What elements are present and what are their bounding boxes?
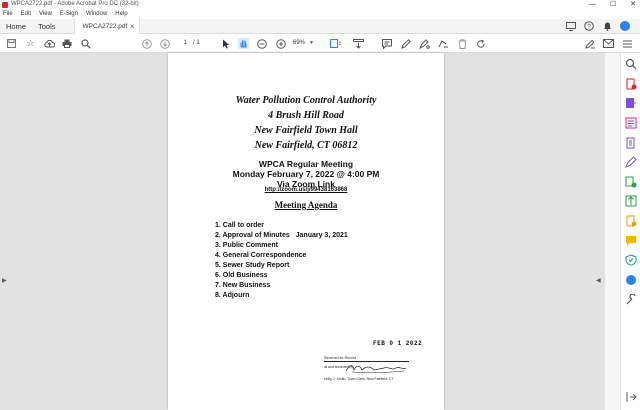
- header-line-2: 4 Brush Hill Road: [268, 110, 344, 121]
- zoom-level-value: 69%: [293, 40, 306, 46]
- menu-bar: File Edit View E-Sign Window Help: [0, 9, 640, 19]
- page-total-label: / 1: [193, 40, 200, 46]
- main-toolbar: ☆ 1 / 1 69% ▼: [0, 34, 640, 53]
- select-cursor-icon[interactable]: [220, 38, 231, 49]
- tab-document[interactable]: WPCA2722.pdf ×: [73, 18, 140, 34]
- zoom-link[interactable]: http://zoom.us/j/99438163868: [168, 187, 444, 193]
- header-line-4: New Fairfield, CT 06812: [254, 140, 358, 151]
- help-icon[interactable]: ?: [584, 21, 594, 31]
- share-screen-icon[interactable]: [566, 21, 576, 31]
- delete-trash-icon[interactable]: [457, 38, 468, 49]
- acrobat-app-icon: [2, 1, 8, 8]
- tools-sidebar: [620, 53, 640, 410]
- sign-pen-icon[interactable]: [585, 38, 596, 49]
- header-line-3: New Fairfield Town Hall: [254, 125, 358, 136]
- comment-icon[interactable]: [381, 38, 392, 49]
- agenda-item: 4. General Correspondence: [215, 252, 307, 259]
- menu-window[interactable]: Window: [86, 11, 107, 17]
- save-icon[interactable]: [6, 38, 17, 49]
- hand-tool-icon[interactable]: [238, 38, 249, 49]
- agenda-item: 3. Public Comment: [215, 242, 279, 249]
- document-cloud-icon[interactable]: [625, 274, 637, 286]
- received-record-block: Received for Record at and recorded by H…: [324, 356, 409, 381]
- print-icon[interactable]: [61, 38, 72, 49]
- tab-home[interactable]: Home: [0, 19, 32, 34]
- agenda-item: 5. Sewer Study Report: [215, 262, 290, 269]
- user-avatar[interactable]: [620, 21, 630, 31]
- tab-tools[interactable]: Tools: [32, 19, 62, 34]
- svg-text:?: ?: [587, 24, 591, 31]
- right-panel-collapse-icon[interactable]: ◀: [596, 277, 601, 284]
- agenda-item: 1. Call to order: [215, 222, 265, 229]
- zoom-out-icon[interactable]: [256, 38, 267, 49]
- header-line-1: Water Pollution Control Authority: [235, 95, 377, 106]
- pdf-page: Water Pollution Control Authority 4 Brus…: [168, 53, 444, 410]
- maximize-button[interactable]: ☐: [610, 0, 616, 9]
- clerk-signature: [345, 364, 407, 373]
- zoom-in-icon[interactable]: [275, 38, 286, 49]
- edit-pdf-icon[interactable]: [625, 117, 637, 129]
- agenda-title: Meeting Agenda: [274, 200, 338, 210]
- agenda-list: 1. Call to order 2. Approval of Minutes …: [215, 221, 348, 301]
- scroll-mode-icon[interactable]: [353, 38, 364, 49]
- date-stamp: FEB 0 1 2022: [373, 340, 423, 347]
- notifications-bell-icon[interactable]: [602, 21, 612, 31]
- zoom-search-icon[interactable]: [80, 38, 91, 49]
- protect-shield-icon[interactable]: [625, 254, 637, 266]
- vertical-scrollbar[interactable]: [605, 53, 620, 410]
- fill-sign-icon[interactable]: [438, 38, 449, 49]
- organize-pages-icon[interactable]: [625, 176, 637, 188]
- title-bar: WPCA2722.pdf - Adobe Acrobat Pro DC (32-…: [0, 0, 640, 9]
- agenda-item: 7. New Business: [215, 282, 271, 289]
- more-tools-wrench-icon[interactable]: [625, 294, 637, 306]
- more-tools-icon[interactable]: [622, 38, 633, 49]
- agenda-item: 6. Old Business: [215, 272, 268, 279]
- compress-pdf-icon[interactable]: [625, 195, 637, 207]
- page-number-input[interactable]: 1: [178, 38, 193, 49]
- previous-page-icon[interactable]: [141, 38, 152, 49]
- create-pdf-icon[interactable]: [625, 97, 637, 109]
- comment-tool-icon[interactable]: [625, 235, 637, 247]
- highlight-stamp-icon[interactable]: [419, 38, 430, 49]
- fill-and-sign-icon[interactable]: [625, 156, 637, 168]
- pen-draw-icon[interactable]: [400, 38, 411, 49]
- agenda-item: 2. Approval of Minutes January 3, 2021: [215, 232, 348, 239]
- combine-files-icon[interactable]: [625, 137, 637, 149]
- menu-view[interactable]: View: [39, 11, 52, 17]
- menu-esign[interactable]: E-Sign: [60, 11, 78, 17]
- close-window-button[interactable]: ✕: [630, 0, 636, 9]
- export-pdf-icon[interactable]: [625, 78, 637, 90]
- received-line-3: Holly J. Smith, Town Clerk, New Fairfiel…: [324, 376, 394, 381]
- rotate-icon[interactable]: [475, 38, 486, 49]
- menu-file[interactable]: File: [3, 11, 13, 17]
- tab-bar: Home Tools WPCA2722.pdf × ?: [0, 18, 640, 34]
- document-tab-label: WPCA2722.pdf: [82, 22, 128, 30]
- close-tab-icon[interactable]: ×: [130, 22, 135, 31]
- next-page-icon[interactable]: [159, 38, 170, 49]
- menu-help[interactable]: Help: [115, 11, 127, 17]
- meeting-date: Monday February 7, 2022 @ 4:00 PM: [232, 169, 380, 179]
- scan-ocr-icon[interactable]: [625, 215, 637, 227]
- zoom-level-dropdown[interactable]: 69% ▼: [293, 38, 323, 49]
- agenda-item: 8. Adjourn: [215, 292, 250, 299]
- minimize-button[interactable]: —: [589, 0, 596, 9]
- chevron-down-icon: ▼: [309, 40, 314, 46]
- meeting-title: WPCA Regular Meeting: [258, 159, 354, 169]
- upload-cloud-icon[interactable]: [44, 38, 55, 49]
- search-icon[interactable]: [625, 58, 637, 70]
- window-title: WPCA2722.pdf - Adobe Acrobat Pro DC (32-…: [11, 1, 139, 7]
- page-fit-icon[interactable]: [330, 38, 341, 49]
- left-panel-expand-icon[interactable]: ▶: [2, 277, 7, 284]
- menu-edit[interactable]: Edit: [21, 11, 31, 17]
- email-icon[interactable]: [603, 38, 614, 49]
- collapse-panel-icon[interactable]: [625, 391, 637, 403]
- bookmark-star-icon[interactable]: ☆: [25, 38, 36, 49]
